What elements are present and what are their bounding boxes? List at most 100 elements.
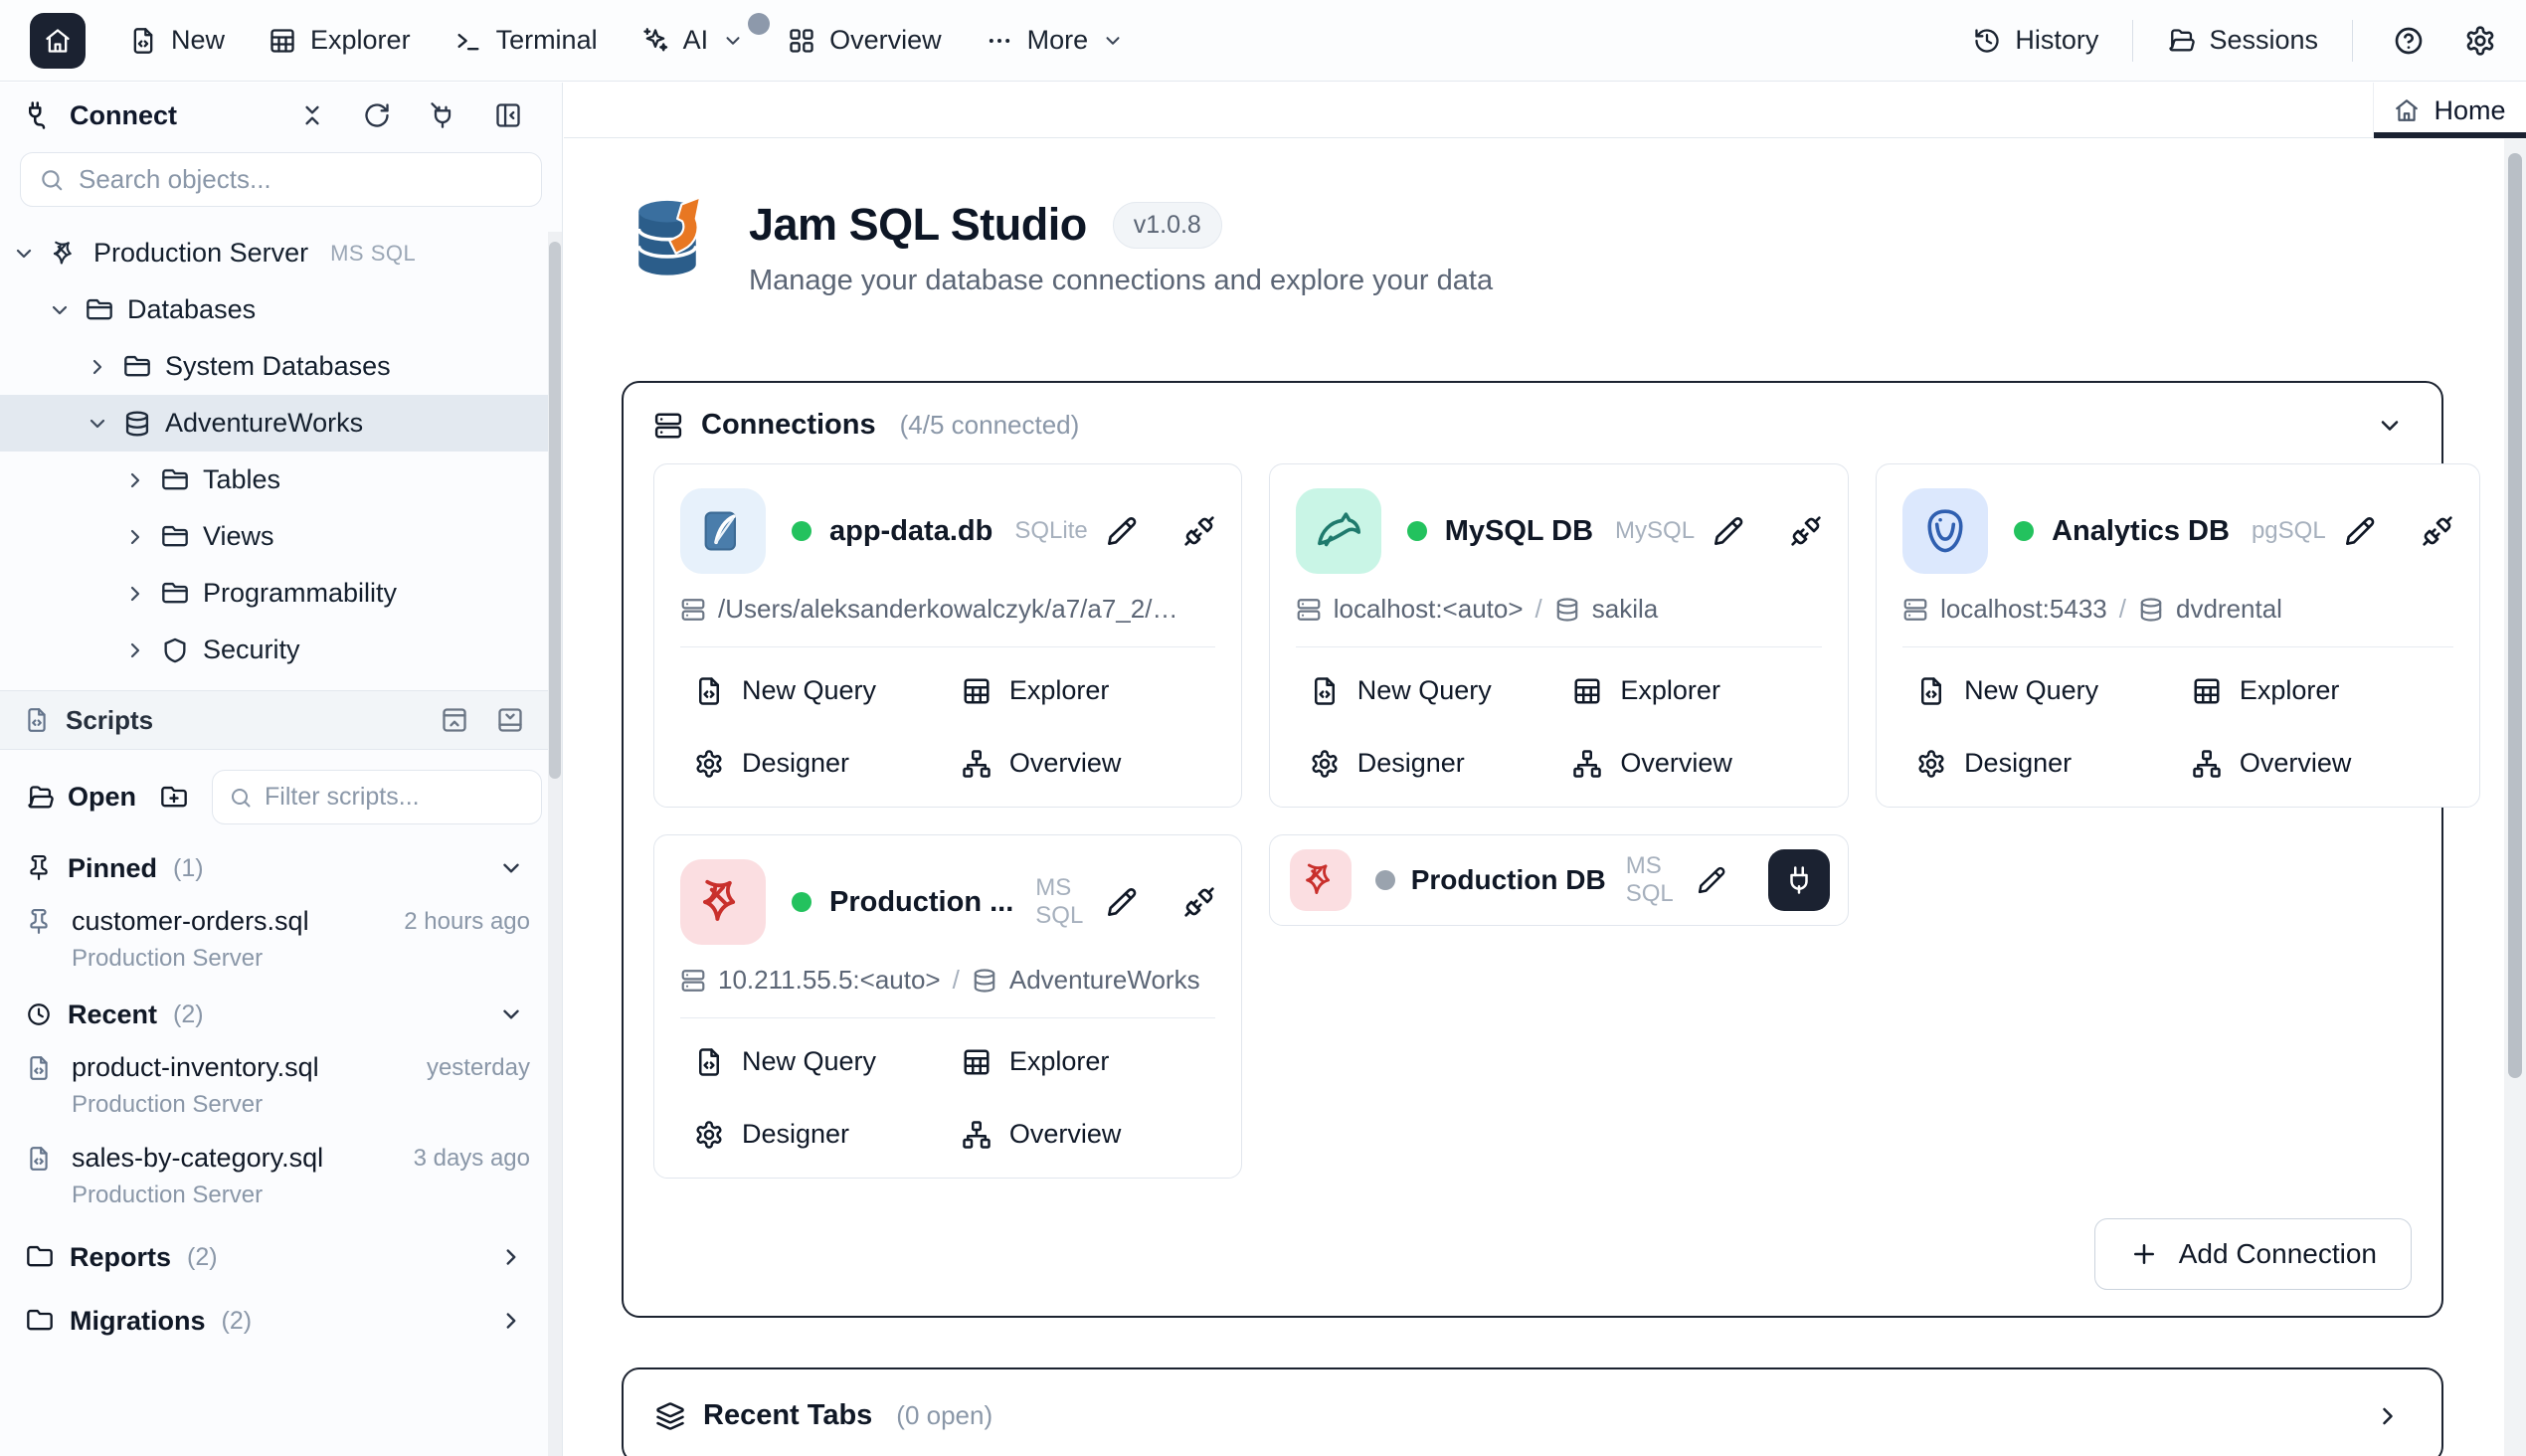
explorer-button[interactable]: Explorer <box>269 25 411 56</box>
tree-label: Views <box>203 521 274 552</box>
designer-action[interactable]: Designer <box>1902 748 2178 779</box>
new-query-action[interactable]: New Query <box>1296 675 1559 706</box>
file-code-icon <box>694 1047 724 1077</box>
explorer-action[interactable]: Explorer <box>1558 675 1822 706</box>
edit-connection-icon[interactable] <box>1713 515 1744 547</box>
group-label: Pinned <box>68 853 157 884</box>
history-icon <box>1973 27 2001 55</box>
explorer-action[interactable]: Explorer <box>2178 675 2453 706</box>
overview-action[interactable]: Overview <box>1558 748 1822 779</box>
overview-action[interactable]: Overview <box>2178 748 2453 779</box>
tree-item-databases[interactable]: Databases <box>0 281 562 338</box>
main-scrollbar-thumb[interactable] <box>2508 153 2522 1078</box>
divider <box>1296 646 1822 647</box>
new-query-action[interactable]: New Query <box>1902 675 2178 706</box>
tree-item-security[interactable]: Security <box>0 622 562 678</box>
chevron-right-icon <box>123 638 147 662</box>
filter-scripts-input[interactable] <box>265 783 525 812</box>
connection-database: sakila <box>1592 594 1658 625</box>
open-script-button[interactable]: Open <box>20 782 136 813</box>
chevron-down-icon <box>722 30 744 52</box>
tree-item-adventureworks[interactable]: AdventureWorks <box>0 395 562 452</box>
help-button[interactable] <box>2393 25 2425 57</box>
folder-icon <box>161 580 189 608</box>
collapse-all-icon[interactable] <box>299 102 325 128</box>
more-label: More <box>1027 25 1089 56</box>
designer-action[interactable]: Designer <box>680 748 948 779</box>
tree-item-system-databases[interactable]: System Databases <box>0 338 562 395</box>
settings-button[interactable] <box>2464 25 2496 57</box>
sessions-button[interactable]: Sessions <box>2167 25 2318 56</box>
search-input[interactable] <box>79 164 523 195</box>
add-connection-button[interactable]: Add Connection <box>2094 1218 2412 1290</box>
action-label: Designer <box>742 1119 849 1150</box>
folder-open-icon <box>26 784 54 812</box>
main-scrollbar-track[interactable] <box>2504 139 2526 1456</box>
edit-connection-icon[interactable] <box>1697 865 1726 895</box>
app-header: Jam SQL Studio v1.0.8 Manage your databa… <box>622 193 2504 297</box>
pinned-group-header[interactable]: Pinned (1) <box>0 840 562 896</box>
expand-panel-down-icon[interactable] <box>496 706 524 734</box>
overview-action[interactable]: Overview <box>948 1119 1215 1150</box>
object-search <box>20 152 542 207</box>
sqlite-logo <box>680 488 766 574</box>
collapse-chevron-icon[interactable] <box>2376 412 2412 440</box>
edit-connection-icon[interactable] <box>1106 515 1138 547</box>
connect-button[interactable] <box>1768 849 1830 911</box>
mssql-logo <box>680 859 766 945</box>
toolbar-right-group: History Sessions <box>1973 20 2496 62</box>
disconnect-icon[interactable] <box>1183 886 1215 918</box>
collapse-panel-icon[interactable] <box>494 101 522 129</box>
overview-button[interactable]: Overview <box>788 25 942 56</box>
reports-group-header[interactable]: Reports (2) <box>0 1229 562 1285</box>
database-icon <box>972 968 997 994</box>
tab-home[interactable]: Home <box>2373 83 2526 138</box>
disconnect-icon[interactable] <box>1790 515 1822 547</box>
divider <box>680 646 1215 647</box>
migrations-group-header[interactable]: Migrations (2) <box>0 1293 562 1349</box>
connection-type: MS SQL <box>1626 852 1681 908</box>
script-item-product-inventory[interactable]: product-inventory.sql yesterday Producti… <box>0 1042 562 1133</box>
connection-database: AdventureWorks <box>1009 965 1200 996</box>
script-time: 2 hours ago <box>404 908 536 936</box>
disconnect-icon[interactable] <box>1183 515 1215 547</box>
host-db-separator: / <box>1535 594 1542 625</box>
recent-tabs-panel[interactable]: Recent Tabs (0 open) <box>622 1367 2443 1456</box>
tree-item-views[interactable]: Views <box>0 508 562 565</box>
network-icon <box>1572 749 1602 779</box>
edit-connection-icon[interactable] <box>1106 886 1138 918</box>
refresh-icon[interactable] <box>363 101 391 129</box>
status-dot-connected <box>2014 521 2034 541</box>
designer-action[interactable]: Designer <box>680 1119 948 1150</box>
help-icon <box>2393 25 2425 57</box>
collapse-panel-up-icon[interactable] <box>441 706 468 734</box>
tree-item-tables[interactable]: Tables <box>0 452 562 508</box>
designer-action[interactable]: Designer <box>1296 748 1559 779</box>
connection-name: Production DB <box>1411 864 1606 896</box>
script-item-sales-by-category[interactable]: sales-by-category.sql 3 days ago Product… <box>0 1133 562 1223</box>
terminal-button[interactable]: Terminal <box>454 25 598 56</box>
history-button[interactable]: History <box>1973 25 2098 56</box>
explorer-action[interactable]: Explorer <box>948 1046 1215 1077</box>
overview-action[interactable]: Overview <box>948 748 1215 779</box>
recent-group-header[interactable]: Recent (2) <box>0 987 562 1042</box>
disconnect-all-icon[interactable] <box>429 101 456 129</box>
sidebar-scrollbar-thumb[interactable] <box>549 242 561 779</box>
page-subtitle: Manage your database connections and exp… <box>749 265 1493 297</box>
sparkles-icon <box>641 27 669 55</box>
tab-home-label: Home <box>2434 95 2505 126</box>
connection-name: app-data.db <box>829 515 992 548</box>
more-menu-button[interactable]: More <box>986 25 1125 56</box>
new-button[interactable]: New <box>129 25 225 56</box>
script-item-customer-orders[interactable]: customer-orders.sql 2 hours ago Producti… <box>0 896 562 987</box>
explorer-action[interactable]: Explorer <box>948 675 1215 706</box>
new-folder-button[interactable] <box>160 784 188 812</box>
edit-connection-icon[interactable] <box>2344 515 2376 547</box>
tree-item-programmability[interactable]: Programmability <box>0 565 562 622</box>
home-button[interactable] <box>30 13 86 69</box>
new-query-action[interactable]: New Query <box>680 675 948 706</box>
tree-item-production-server[interactable]: Production Server MS SQL <box>0 225 562 281</box>
new-query-action[interactable]: New Query <box>680 1046 948 1077</box>
ai-menu-button[interactable]: AI <box>641 25 745 56</box>
disconnect-icon[interactable] <box>2422 515 2453 547</box>
